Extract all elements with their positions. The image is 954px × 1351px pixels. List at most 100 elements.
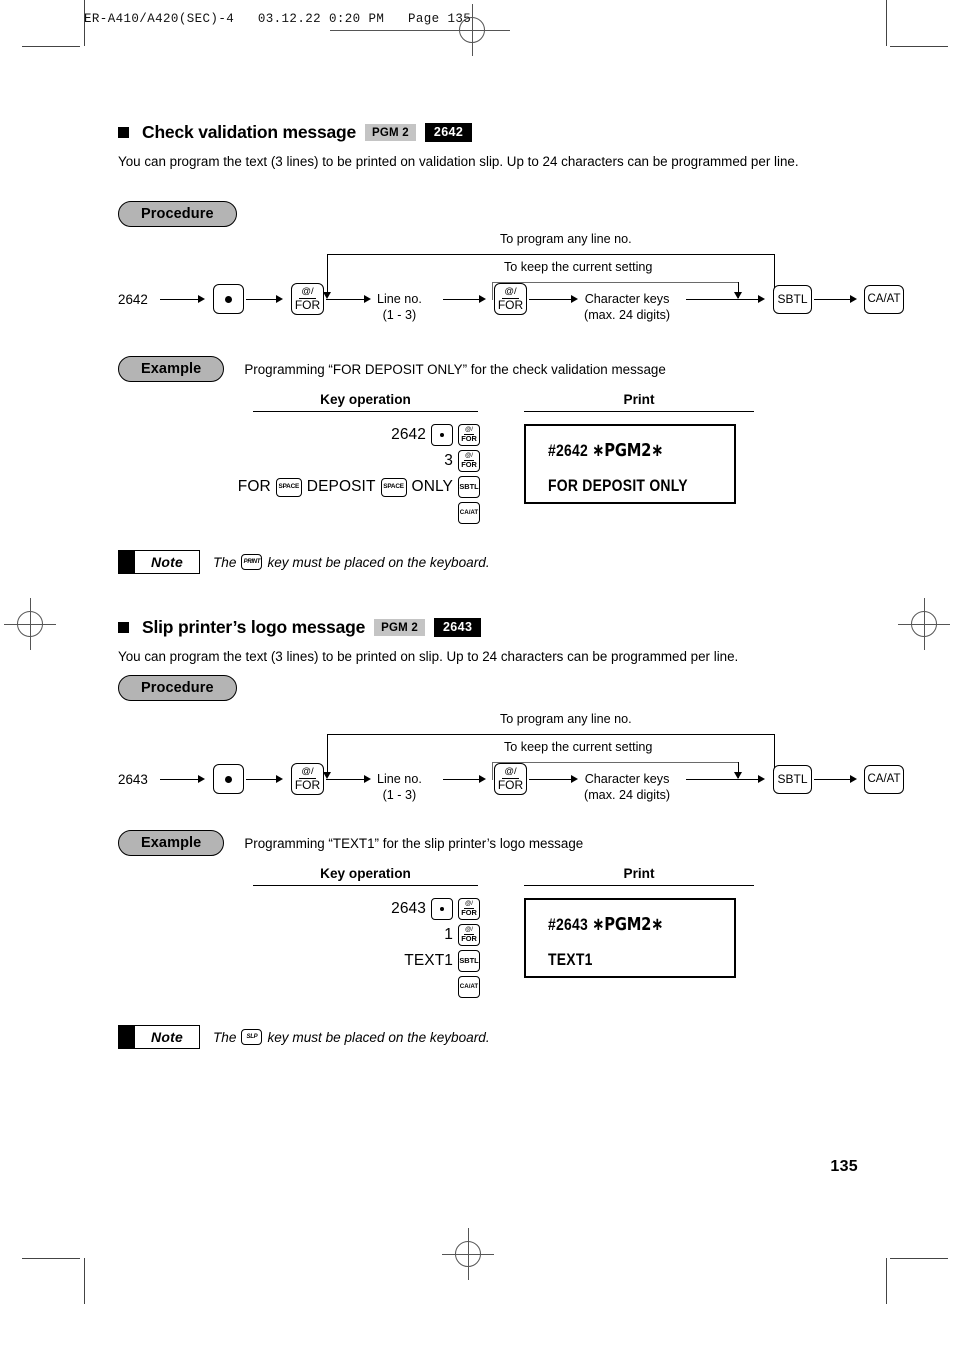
key-ca-at[interactable]: CA/AT xyxy=(458,502,480,524)
key-decimal-point[interactable] xyxy=(431,424,453,446)
key-sbtl-diagram: SBTL xyxy=(773,285,812,314)
flow-arrow-loop-down xyxy=(323,292,331,299)
flow-label-character-keys: Character keys (max. 24 digits) xyxy=(584,292,670,323)
key-at-for-top-label-2: @/ xyxy=(502,286,519,299)
key-at-for-diagram-2: @/ FOR xyxy=(494,283,527,315)
flow-character-keys-max: (max. 24 digits) xyxy=(584,307,671,322)
key-space[interactable]: SPACE xyxy=(380,477,407,497)
flow-line-no-range: (1 - 3) xyxy=(382,307,417,322)
key-sbtl[interactable]: SBTL xyxy=(458,476,480,498)
note-row-2: Note The SLP key must be placed on the k… xyxy=(118,1025,858,1049)
flow-line-no-range: (1 - 3) xyxy=(382,787,417,802)
key-sbtl-label: SBTL xyxy=(777,772,808,787)
section-check-validation-message: Check validation message PGM 2 2642 You … xyxy=(118,122,858,171)
flow-start-code: 2643 xyxy=(118,772,148,787)
note-text-after: key must be placed on the keyboard. xyxy=(267,554,490,570)
key-ca-at[interactable]: CA/AT xyxy=(458,976,480,998)
key-ca-at-label: CA/AT xyxy=(867,292,901,305)
example-badge: Example xyxy=(118,830,225,857)
flow-arrow-1 xyxy=(198,295,205,303)
key-ca-at-label: CA/AT xyxy=(867,772,901,785)
key-at-for-diagram-2: @/ FOR xyxy=(494,763,527,795)
crop-mark-bottom-right-h xyxy=(890,1258,948,1259)
key-decimal-point[interactable] xyxy=(431,898,453,920)
key-operation-list: 2642 @/ FOR 3 @/ FOR FOR SPACE DEPOSIT S… xyxy=(198,424,480,528)
key-at-for-bottom: FOR xyxy=(461,933,477,943)
flow-label-keep-current: To keep the current setting xyxy=(504,740,653,754)
flow-arrow-inner-down xyxy=(734,772,742,779)
key-operation-row: CA/AT xyxy=(198,976,480,998)
key-sbtl-label: SBTL xyxy=(777,292,808,307)
flow-line-inner-left xyxy=(492,282,494,300)
bullet-square-icon xyxy=(118,622,129,633)
badge-pgm-mode: PGM 2 xyxy=(374,618,425,637)
flow-line-3 xyxy=(326,299,366,301)
receipt-line-1: #2642 ∗PGM2∗ xyxy=(548,440,701,462)
flow-start-code: 2642 xyxy=(118,292,148,307)
note-black-block-icon xyxy=(119,551,135,573)
flow-line-inner-left xyxy=(492,762,494,780)
procedure-badge: Procedure xyxy=(118,201,237,228)
key-at-for[interactable]: @/ FOR xyxy=(458,924,480,946)
print-receipt-sample: #2643 ∗PGM2∗ TEXT1 xyxy=(524,898,736,978)
key-at-for-diagram-1: @/ FOR xyxy=(291,283,324,315)
section-title-text: Slip printer’s logo message xyxy=(142,617,366,637)
flow-character-keys-max: (max. 24 digits) xyxy=(584,787,671,802)
flow-line-4 xyxy=(443,779,481,781)
key-operation-row: TEXT1 SBTL xyxy=(198,950,480,972)
key-at-for-bottom: FOR xyxy=(461,433,477,443)
flow-label-line-no: Line no. (1 - 3) xyxy=(377,772,422,803)
key-sbtl[interactable]: SBTL xyxy=(458,950,480,972)
key-slp[interactable]: SLP xyxy=(241,1029,263,1045)
flow-line-loop-left xyxy=(327,734,329,774)
procedure-badge-wrap-2: Procedure xyxy=(118,675,858,702)
crop-mark-bottom-left-h xyxy=(22,1258,80,1259)
key-at-for-top-label-2: @/ xyxy=(502,766,519,779)
key-decimal-point-diagram xyxy=(213,764,244,794)
key-print[interactable]: PRINT xyxy=(241,554,263,570)
example-badge: Example xyxy=(118,356,225,383)
key-row-word-3: ONLY xyxy=(411,478,453,495)
flow-line-7 xyxy=(814,299,852,301)
receipt-line-2: TEXT1 xyxy=(548,949,593,969)
key-at-for-top-label: @/ xyxy=(299,286,316,299)
flow-line-5 xyxy=(529,779,573,781)
key-at-for[interactable]: @/ FOR xyxy=(458,424,480,446)
flow-arrow-3 xyxy=(364,295,371,303)
column-header-print: Print xyxy=(524,866,754,886)
flow-arrow-4 xyxy=(479,775,486,783)
section-description: You can program the text (3 lines) to be… xyxy=(118,649,739,664)
flow-arrow-3 xyxy=(364,775,371,783)
flow-line-1 xyxy=(160,779,200,781)
flow-line-inner-top xyxy=(492,282,739,284)
flow-label-keep-current: To keep the current setting xyxy=(504,260,653,274)
key-at-for-top-label: @/ xyxy=(299,766,316,779)
key-at-for[interactable]: @/ FOR xyxy=(458,450,480,472)
key-space[interactable]: SPACE xyxy=(275,477,302,497)
key-space-label: SPACE xyxy=(278,482,300,490)
key-ca-at-diagram: CA/AT xyxy=(864,285,904,314)
flow-arrow-5 xyxy=(571,775,578,783)
flow-line-4 xyxy=(443,299,481,301)
registration-mark-bottom xyxy=(442,1228,494,1280)
key-at-for[interactable]: @/ FOR xyxy=(458,898,480,920)
key-print-label: PRINT xyxy=(243,558,261,565)
section-title-text: Check validation message xyxy=(142,122,357,142)
key-operation-row: 3 @/ FOR xyxy=(198,450,480,472)
flow-character-keys-text: Character keys xyxy=(584,292,670,306)
flow-line-loop-left xyxy=(327,254,329,294)
note-text: The SLP key must be placed on the keyboa… xyxy=(213,1029,490,1045)
key-sbtl-label: SBTL xyxy=(459,482,479,492)
flow-line-5 xyxy=(529,299,573,301)
bullet-square-icon xyxy=(118,127,129,138)
receipt-mode: ∗PGM2∗ xyxy=(592,440,664,461)
flow-line-3 xyxy=(326,779,366,781)
flow-line-inner-top xyxy=(492,762,739,764)
crop-mark-top-left-h xyxy=(22,46,80,47)
flow-arrow-6 xyxy=(758,775,765,783)
note-text-after: key must be placed on the keyboard. xyxy=(267,1029,490,1045)
key-sbtl-label: SBTL xyxy=(459,956,479,966)
note-row-1: Note The PRINT key must be placed on the… xyxy=(118,550,858,574)
flow-label-program-any-line: To program any line no. xyxy=(500,232,632,246)
key-operation-row: 2642 @/ FOR xyxy=(198,424,480,446)
